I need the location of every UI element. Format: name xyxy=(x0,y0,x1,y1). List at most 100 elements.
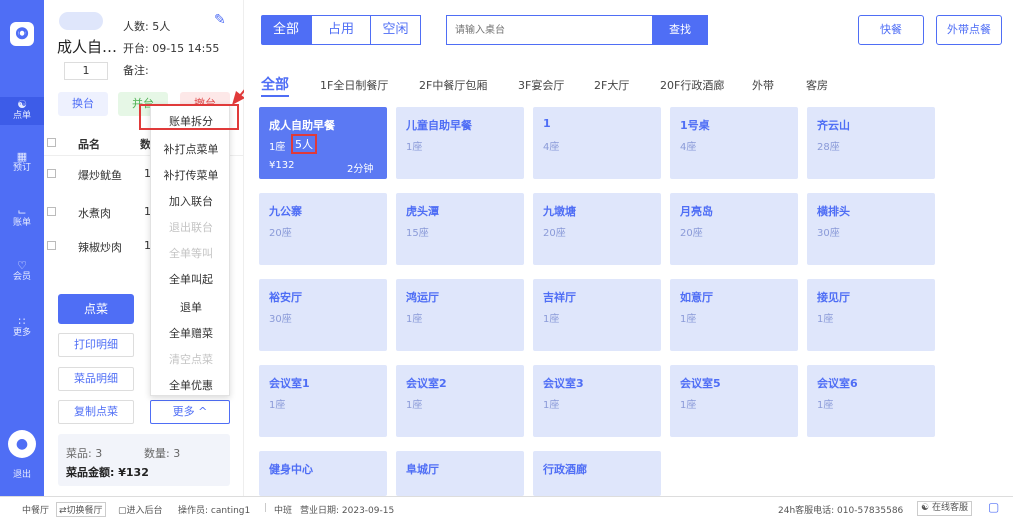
table-name: 1号桌 xyxy=(680,119,710,132)
table-card[interactable]: 会议室3 1座 xyxy=(533,365,661,437)
summary-dishes: 菜品: 3 xyxy=(66,447,103,460)
order-qty-field[interactable]: 1 xyxy=(64,62,108,80)
fullscreen-icon[interactable]: ▢ xyxy=(988,500,999,514)
table-name: 接见厅 xyxy=(817,291,850,304)
avatar[interactable]: ● xyxy=(8,430,36,458)
table-seats: 20座 xyxy=(543,228,566,239)
tab-3f-banquet[interactable]: 3F宴会厅 xyxy=(518,77,564,93)
tab-room[interactable]: 客房 xyxy=(806,77,828,93)
tab-20f-lounge[interactable]: 20F行政酒廊 xyxy=(660,77,724,93)
filter-free-button[interactable]: 空闲 xyxy=(371,15,421,45)
food-icon: ☯ xyxy=(17,98,27,111)
tab-1f[interactable]: 1F全日制餐厅 xyxy=(320,77,388,93)
menu-gift-all[interactable]: 全单赠菜 xyxy=(151,325,231,341)
order-note: 备注: xyxy=(123,64,149,77)
table-card-occupied[interactable]: 成人自助早餐 1座 5人 ¥132 2分钟 xyxy=(259,107,387,179)
switch-restaurant-button[interactable]: ⇄切换餐厅 xyxy=(56,502,106,517)
more-button[interactable]: 更多 ^ xyxy=(150,400,230,424)
table-card[interactable]: 1 4座 xyxy=(533,107,661,179)
status-hotline: 24h客服电话: 010-57835586 xyxy=(778,506,904,516)
logout-button[interactable]: 退出 xyxy=(0,470,44,481)
table-seats: 1座 xyxy=(543,314,560,325)
table-card[interactable]: 会议室5 1座 xyxy=(670,365,798,437)
menu-hold-all: 全单等叫 xyxy=(169,247,213,260)
copy-dish-button[interactable]: 复制点菜 xyxy=(58,400,134,424)
table-seats: 28座 xyxy=(817,142,840,153)
table-name: 月亮岛 xyxy=(680,205,713,218)
dish-checkbox[interactable] xyxy=(47,207,56,216)
menu-reprint-serve[interactable]: 补打传菜单 xyxy=(151,167,231,183)
table-card[interactable]: 裕安厅 30座 xyxy=(259,279,387,351)
table-card[interactable]: 健身中心 xyxy=(259,451,387,496)
table-card[interactable]: 行政酒廊 xyxy=(533,451,661,496)
nav-item-bill[interactable]: ⌙ 账单 xyxy=(0,206,44,229)
menu-discount-all[interactable]: 全单优惠 xyxy=(151,377,231,393)
table-card[interactable]: 儿童自助早餐 1座 xyxy=(396,107,524,179)
dish-detail-button[interactable]: 菜品明细 xyxy=(58,367,134,391)
table-seats: 1座 xyxy=(406,142,423,153)
table-card[interactable]: 横排头 30座 xyxy=(807,193,935,265)
enter-backend-button[interactable]: ▢进入后台 xyxy=(118,503,163,516)
member-icon: ♡ xyxy=(17,259,27,272)
select-all-checkbox[interactable] xyxy=(47,138,56,147)
table-card[interactable]: 会议室6 1座 xyxy=(807,365,935,437)
table-seats: 1座 xyxy=(680,400,697,411)
search-input[interactable] xyxy=(446,15,652,45)
nav-item-member[interactable]: ♡ 会员 xyxy=(0,260,44,283)
table-card[interactable]: 1号桌 4座 xyxy=(670,107,798,179)
tab-takeout[interactable]: 外带 xyxy=(752,77,774,93)
table-card[interactable]: 接见厅 1座 xyxy=(807,279,935,351)
menu-call-all[interactable]: 全单叫起 xyxy=(151,271,231,287)
menu-join-table[interactable]: 加入联台 xyxy=(151,193,231,209)
online-service-button[interactable]: ☯ 在线客服 xyxy=(917,501,972,516)
print-detail-button[interactable]: 打印明细 xyxy=(58,333,134,357)
tab-2f-private[interactable]: 2F中餐厅包厢 xyxy=(419,77,487,93)
chart-icon: ⌙ xyxy=(17,205,27,218)
table-card[interactable]: 如意厅 1座 xyxy=(670,279,798,351)
table-card[interactable]: 九墩塘 20座 xyxy=(533,193,661,265)
dish-checkbox[interactable] xyxy=(47,169,56,178)
nav-item-order[interactable]: ☯ 点单 xyxy=(0,97,44,125)
table-card[interactable]: 鸿运厅 1座 xyxy=(396,279,524,351)
table-seats: 4座 xyxy=(680,142,697,153)
search-button[interactable]: 查找 xyxy=(652,15,708,45)
table-card[interactable]: 齐云山 28座 xyxy=(807,107,935,179)
nav-item-more[interactable]: ∷ 更多 xyxy=(0,316,44,339)
nav-item-reservation[interactable]: ▦ 预订 xyxy=(0,151,44,174)
table-card[interactable]: 吉祥厅 1座 xyxy=(533,279,661,351)
takeout-order-button[interactable]: 外带点餐 xyxy=(936,15,1002,45)
table-name: 齐云山 xyxy=(817,119,850,132)
table-seats: 1座 xyxy=(406,314,423,325)
dish-name: 辣椒炒肉 xyxy=(78,241,122,254)
table-card[interactable]: 阜城厅 xyxy=(396,451,524,496)
order-opened-time: 开台: 09-15 14:55 xyxy=(123,42,220,55)
table-card[interactable]: 会议室2 1座 xyxy=(396,365,524,437)
table-name: 虎头潭 xyxy=(406,205,439,218)
dish-checkbox[interactable] xyxy=(47,241,56,250)
change-table-button[interactable]: 换台 xyxy=(58,92,108,116)
side-navbar: ⭗ ☯ 点单 ▦ 预订 ⌙ 账单 ♡ 会员 ∷ 更多 ● 退出 xyxy=(0,0,44,496)
tab-all[interactable]: 全部 xyxy=(261,74,289,97)
table-seats: 20座 xyxy=(680,228,703,239)
table-time: 2分钟 xyxy=(347,164,374,175)
table-card[interactable]: 会议室1 1座 xyxy=(259,365,387,437)
table-name: 九公寨 xyxy=(269,205,302,218)
menu-cancel-order[interactable]: 退单 xyxy=(151,299,231,315)
tab-2f-hall[interactable]: 2F大厅 xyxy=(594,77,629,93)
table-name: 会议室3 xyxy=(543,377,584,390)
order-dish-button[interactable]: 点菜 xyxy=(58,294,134,324)
table-badge xyxy=(59,12,103,30)
table-card[interactable]: 月亮岛 20座 xyxy=(670,193,798,265)
filter-all-button[interactable]: 全部 xyxy=(261,15,311,45)
filter-occupied-button[interactable]: 占用 xyxy=(311,15,371,45)
more-dropdown-menu: 账单拆分 补打点菜单 补打传菜单 加入联台 退出联台 全单等叫 全单叫起 退单 … xyxy=(150,104,230,396)
edit-icon[interactable]: ✎ xyxy=(214,12,226,28)
menu-reprint-order[interactable]: 补打点菜单 xyxy=(151,141,231,157)
table-name: 会议室2 xyxy=(406,377,447,390)
table-card[interactable]: 九公寨 20座 xyxy=(259,193,387,265)
summary-count: 数量: 3 xyxy=(144,447,181,460)
quick-meal-button[interactable]: 快餐 xyxy=(858,15,924,45)
table-seats: 1座 xyxy=(680,314,697,325)
status-operator: 操作员: canting1 xyxy=(178,506,251,516)
table-card[interactable]: 虎头潭 15座 xyxy=(396,193,524,265)
